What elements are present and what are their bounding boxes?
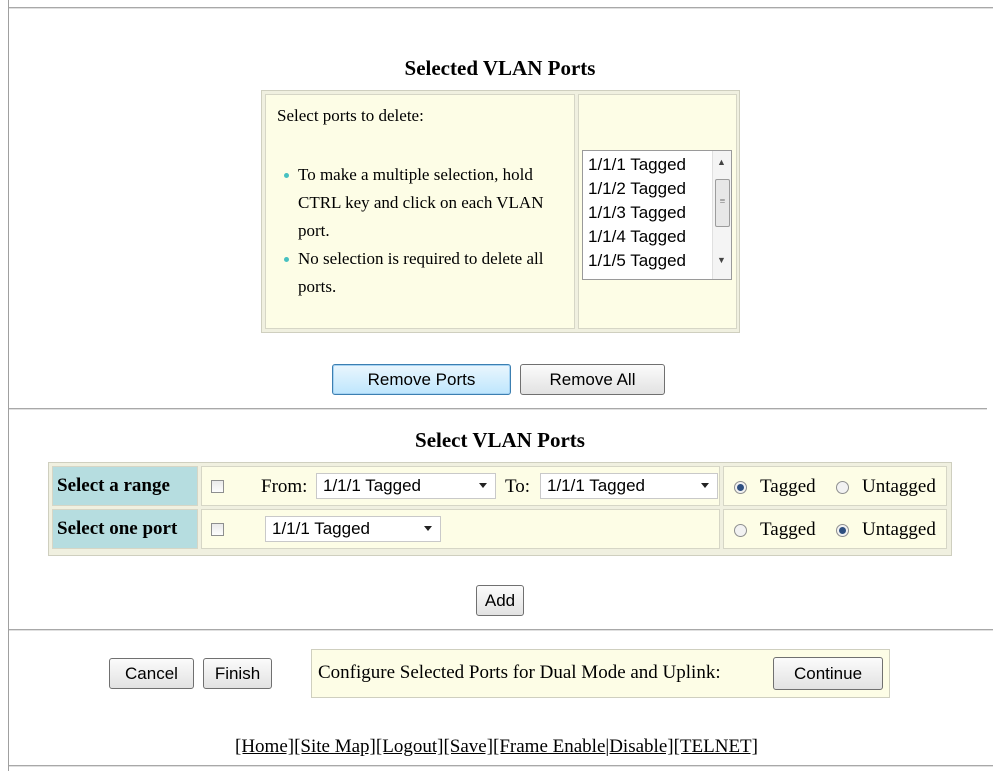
- list-item[interactable]: 1/1/2 Tagged: [588, 177, 686, 201]
- one-port-tagged-label: Tagged: [760, 519, 816, 540]
- from-label: From:: [261, 476, 308, 497]
- range-to-select[interactable]: 1/1/1 Tagged: [540, 473, 718, 499]
- range-from-select[interactable]: 1/1/1 Tagged: [316, 473, 496, 499]
- footer-link-save[interactable]: [Save]: [443, 736, 493, 757]
- footer-link-frame-enable[interactable]: [Frame Enable: [493, 736, 605, 757]
- range-mode-cell: Tagged Untagged: [723, 466, 947, 506]
- chevron-down-icon: [479, 483, 487, 488]
- footer-link-frame-disable[interactable]: |Disable]: [605, 736, 673, 757]
- instructions-cell: Select ports to delete: To make a multip…: [265, 94, 575, 329]
- list-item[interactable]: 1/1/5 Tagged: [588, 249, 686, 273]
- cancel-button[interactable]: Cancel: [109, 658, 194, 689]
- section-divider: [9, 408, 987, 410]
- top-divider: [9, 7, 993, 9]
- listbox-scrollbar[interactable]: ▲ ≡ ▼: [712, 151, 731, 279]
- select-range-label: Select a range: [52, 466, 198, 506]
- add-button[interactable]: Add: [476, 585, 524, 616]
- list-item[interactable]: 1/1/1 Tagged: [588, 153, 686, 177]
- one-port-controls-cell: 1/1/1 Tagged: [201, 509, 720, 549]
- finish-button[interactable]: Finish: [203, 658, 272, 689]
- range-controls-cell: From: 1/1/1 Tagged To: 1/1/1 Tagged: [201, 466, 720, 506]
- list-item[interactable]: 1/1/3 Tagged: [588, 201, 686, 225]
- one-port-untagged-radio[interactable]: [836, 524, 849, 537]
- list-item[interactable]: 1/1/4 Tagged: [588, 225, 686, 249]
- one-port-mode-cell: Tagged Untagged: [723, 509, 947, 549]
- select-range-checkbox[interactable]: [211, 480, 224, 493]
- scroll-thumb[interactable]: ≡: [715, 179, 730, 227]
- select-one-port-checkbox[interactable]: [211, 523, 224, 536]
- footer-links: [Home][Site Map][Logout][Save][Frame Ena…: [0, 736, 993, 758]
- remove-all-button[interactable]: Remove All: [520, 364, 665, 395]
- selected-ports-listbox[interactable]: 1/1/1 Tagged 1/1/2 Tagged 1/1/3 Tagged 1…: [582, 150, 732, 280]
- footer-link-site-map[interactable]: [Site Map]: [294, 736, 376, 757]
- instruction-bullets: To make a multiple selection, hold CTRL …: [284, 161, 548, 301]
- continue-button[interactable]: Continue: [773, 657, 883, 690]
- chevron-down-icon: [701, 483, 709, 488]
- range-untagged-label: Untagged: [862, 476, 936, 497]
- selected-ports-panel: Select ports to delete: To make a multip…: [261, 90, 740, 333]
- scroll-down-arrow-icon[interactable]: ▼: [717, 255, 726, 265]
- range-tagged-label: Tagged: [760, 476, 816, 497]
- one-port-select[interactable]: 1/1/1 Tagged: [265, 516, 441, 542]
- footer-link-home[interactable]: [Home]: [235, 736, 294, 757]
- range-from-value: 1/1/1 Tagged: [323, 476, 421, 495]
- range-untagged-radio[interactable]: [836, 481, 849, 494]
- bullet-multiple-selection: To make a multiple selection, hold CTRL …: [284, 161, 548, 245]
- frame-border: [8, 0, 9, 771]
- range-to-value: 1/1/1 Tagged: [547, 476, 645, 495]
- chevron-down-icon: [424, 526, 432, 531]
- select-vlan-ports-title: Select VLAN Ports: [415, 428, 585, 452]
- one-port-untagged-label: Untagged: [862, 519, 936, 540]
- bullet-no-selection: No selection is required to delete all p…: [284, 245, 548, 301]
- one-port-tagged-radio[interactable]: [734, 524, 747, 537]
- delete-instruction: Select ports to delete:: [277, 106, 424, 125]
- bottom-divider: [9, 765, 993, 767]
- ports-list-cell: 1/1/1 Tagged 1/1/2 Tagged 1/1/3 Tagged 1…: [578, 94, 737, 329]
- dual-mode-text: Configure Selected Ports for Dual Mode a…: [318, 662, 721, 683]
- to-label: To:: [505, 476, 531, 497]
- actions-divider: [9, 629, 993, 631]
- selected-vlan-ports-title: Selected VLAN Ports: [404, 56, 596, 80]
- remove-ports-button[interactable]: Remove Ports: [332, 364, 511, 395]
- scroll-up-arrow-icon[interactable]: ▲: [717, 157, 726, 167]
- footer-link-logout[interactable]: [Logout]: [376, 736, 444, 757]
- select-one-port-label: Select one port: [52, 509, 198, 549]
- one-port-value: 1/1/1 Tagged: [272, 519, 370, 538]
- select-ports-table: Select a range From: 1/1/1 Tagged To: 1/…: [48, 462, 952, 556]
- dual-mode-box: Configure Selected Ports for Dual Mode a…: [311, 649, 890, 698]
- range-tagged-radio[interactable]: [734, 481, 747, 494]
- footer-link-telnet[interactable]: [TELNET]: [674, 736, 758, 757]
